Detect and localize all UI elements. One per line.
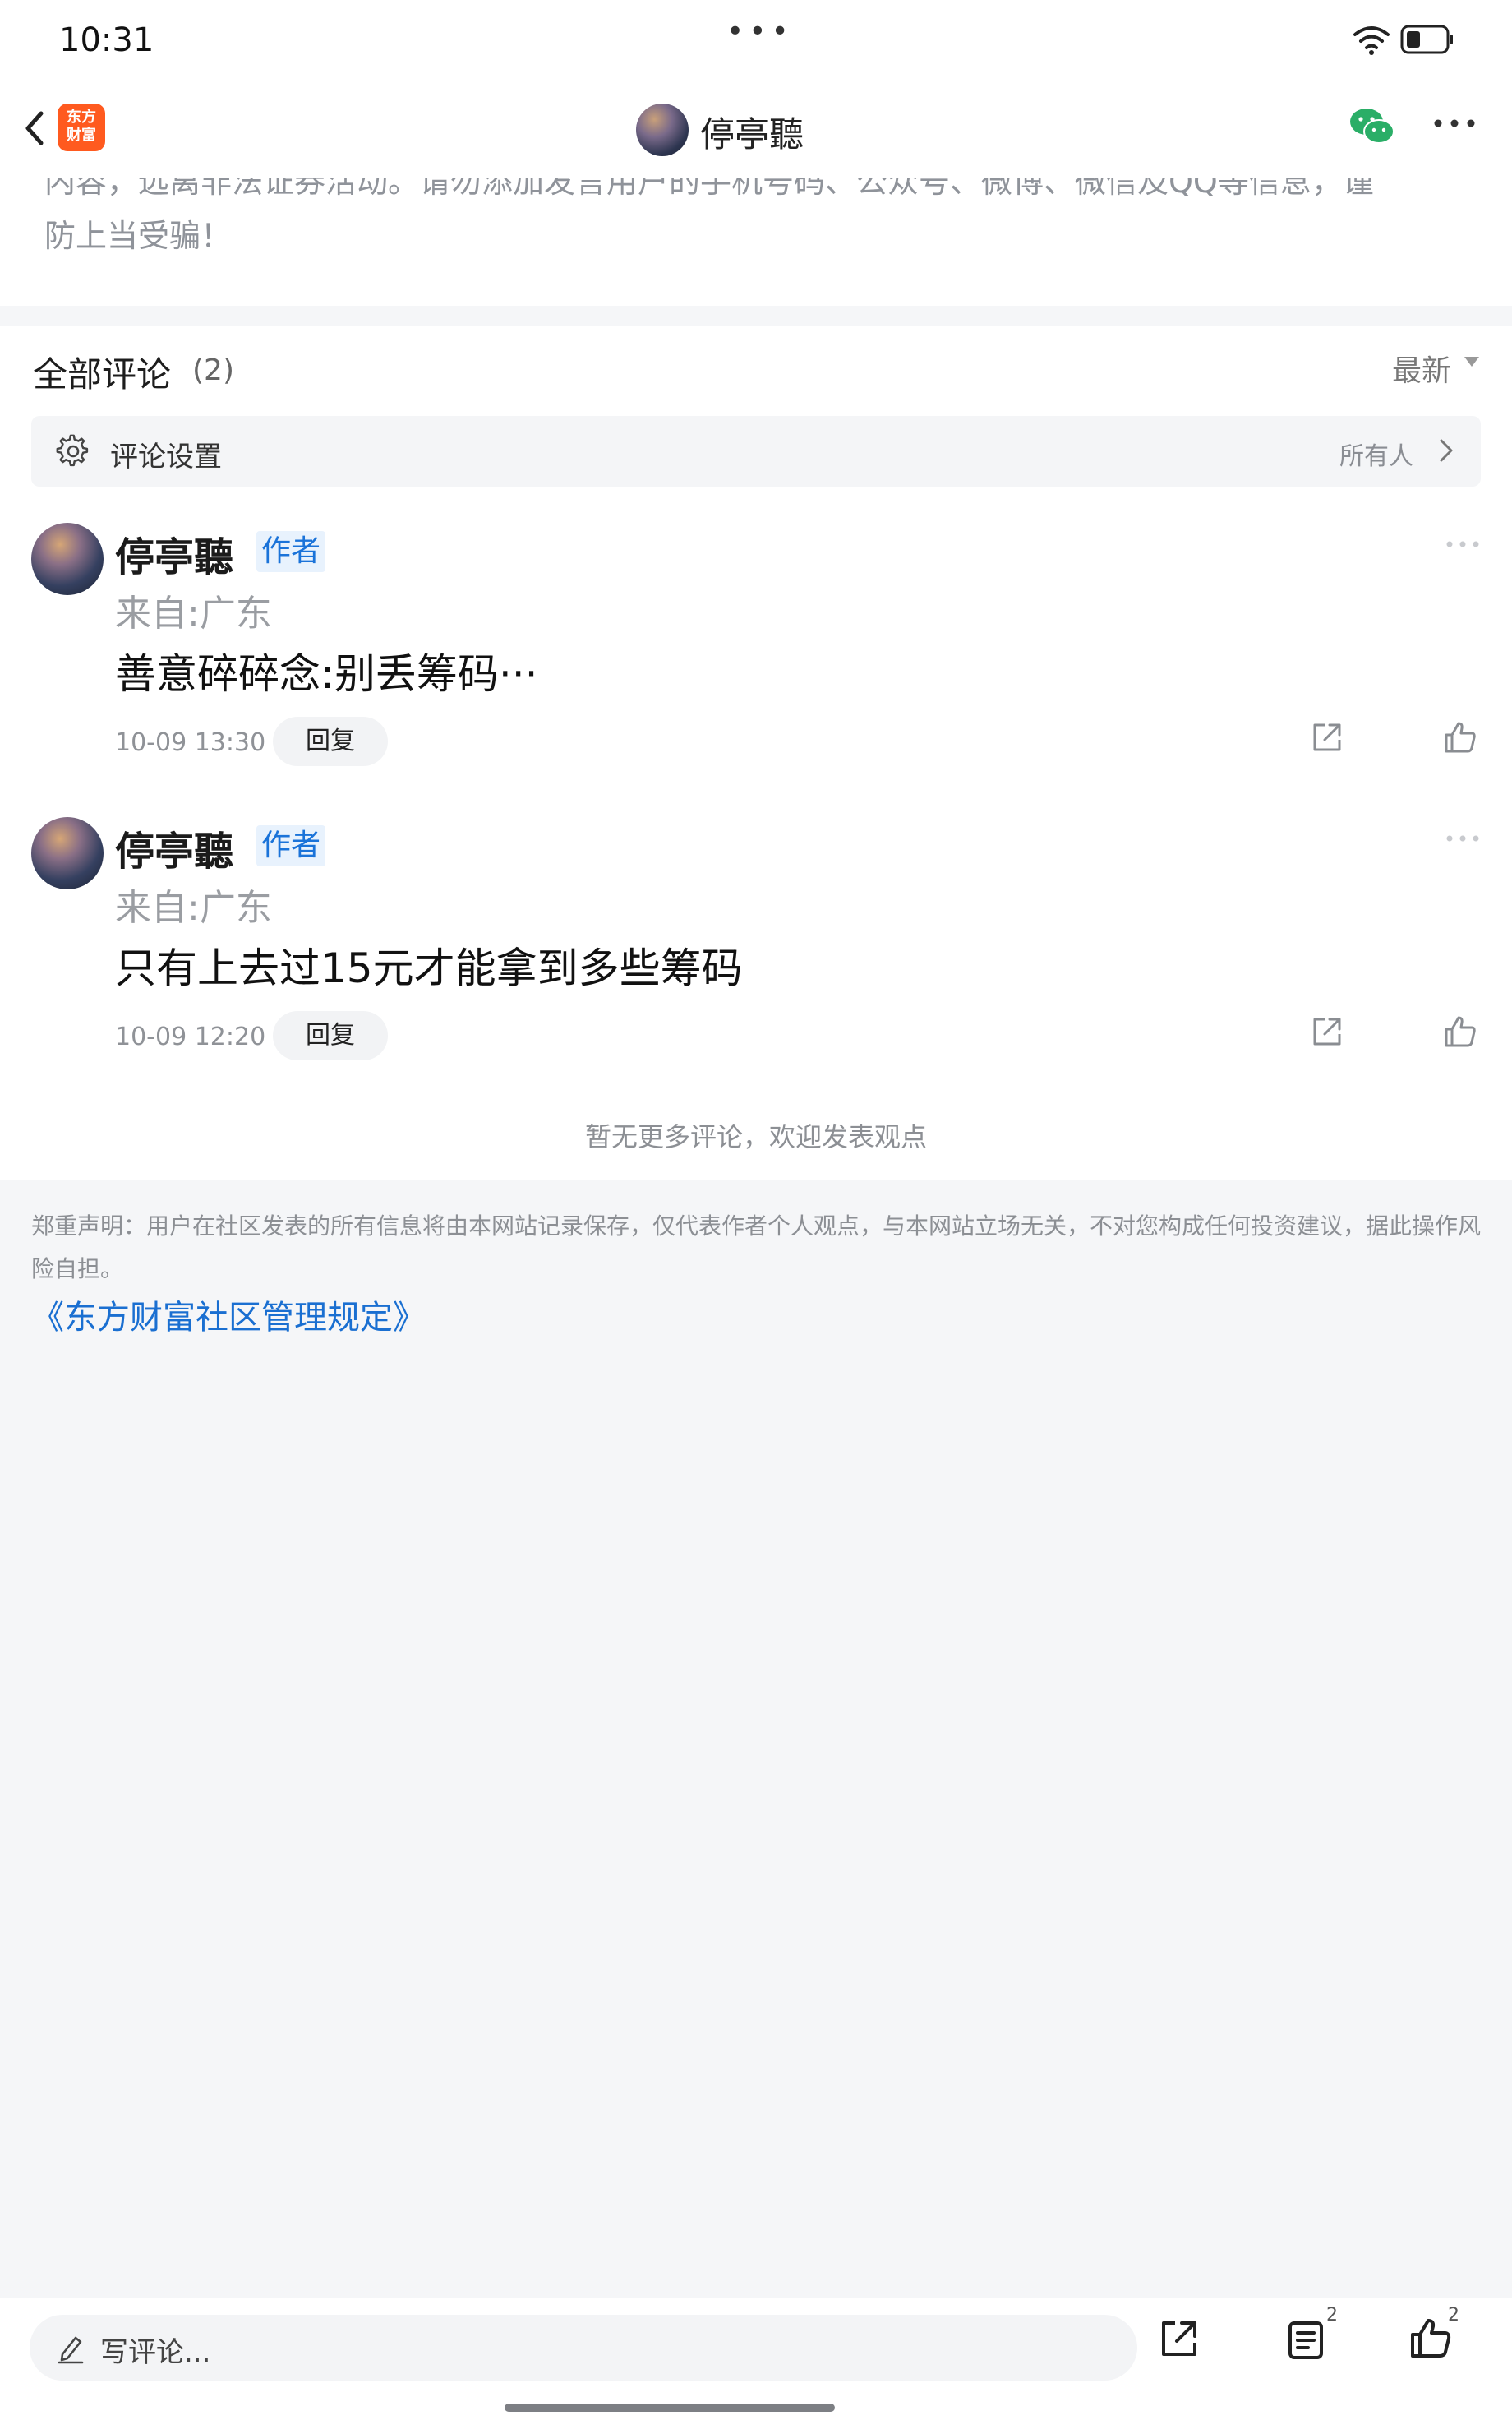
comment-settings-label: 评论设置 [110,441,222,473]
comment-more-icon[interactable] [1445,834,1481,843]
comments-section: 全部评论 (2) 最新 评论设置 所有人 停亭聽 作者 来自:广东 善意碎碎念:… [0,326,1512,1180]
app-logo[interactable]: 东方 财富 [58,104,105,151]
share-icon[interactable] [1310,1014,1344,1049]
comment-author-name[interactable]: 停亭聽 [115,819,233,876]
risk-notice-line-2: 防上当受骗！ [44,218,233,254]
avatar[interactable] [31,817,104,889]
like-count-badge: 2 [1448,2305,1459,2325]
gear-icon [56,434,89,467]
author-badge: 作者 [256,531,326,572]
reply-button[interactable]: 回复 [273,1011,388,1060]
risk-notice: 内容，远离非法证券活动。请勿添加发言用户的手机号码、公众号、微博、微信及QQ等信… [0,178,1512,306]
author-badge: 作者 [256,825,326,866]
logo-text-top: 东方 [67,109,96,126]
nav-bar: 东方 财富 停亭聽 [0,79,1512,178]
thumbs-up-icon[interactable] [1443,720,1477,755]
thumbs-up-icon[interactable] [1408,2316,1453,2361]
chevron-right-icon [1440,439,1453,462]
comments-title: 全部评论 [33,354,172,395]
comments-count-badge: 2 [1326,2305,1338,2325]
wechat-icon[interactable] [1348,105,1397,148]
community-rules-link[interactable]: 《东方财富社区管理规定》 [31,1291,426,1338]
risk-notice-text: 内容，远离非法证券活动。请勿添加发言用户的手机号码、公众号、微博、微信及QQ等信… [44,178,1474,263]
comment-time: 10-09 12:20 [115,1023,266,1051]
avatar[interactable] [31,523,104,595]
more-icon[interactable] [1431,115,1477,132]
bottom-bar: 写评论... 2 2 [0,2298,1512,2420]
share-icon[interactable] [1157,2316,1201,2361]
status-time: 10:31 [59,21,154,59]
risk-notice-line-1: 内容，远离非法证券活动。请勿添加发言用户的手机号码、公众号、微博、微信及QQ等信… [44,178,1374,200]
thumbs-up-icon[interactable] [1443,1014,1477,1049]
comment-text[interactable]: 善意碎碎念:别丢筹码··· [115,641,538,700]
home-indicator[interactable] [505,2404,835,2412]
comment-item: 停亭聽 作者 来自:广东 只有上去过15元才能拿到多些筹码 10-09 12:2… [0,817,1512,1097]
page-title[interactable]: 停亭聽 [700,107,804,157]
comment-settings-row[interactable]: 评论设置 所有人 [31,416,1481,487]
battery-icon [1400,25,1453,54]
author-avatar[interactable] [636,104,689,156]
back-icon[interactable] [16,104,54,153]
comment-location: 来自:广东 [115,887,272,929]
comment-item: 停亭聽 作者 来自:广东 善意碎碎念:别丢筹码··· 10-09 13:30 回… [0,523,1512,802]
disclaimer-text: 郑重声明：用户在社区发表的所有信息将由本网站记录保存，仅代表作者个人观点，与本网… [31,1212,1482,1282]
comment-more-icon[interactable] [1445,539,1481,549]
pencil-icon [58,2336,84,2364]
comment-audience-value: 所有人 [1339,442,1413,471]
reply-button[interactable]: 回复 [273,717,388,766]
comments-list-icon[interactable] [1287,2320,1325,2361]
comments-count: (2) [192,353,234,387]
no-more-comments: 暂无更多评论，欢迎发表观点 [584,1121,927,1152]
sort-dropdown[interactable]: 最新 [1392,347,1451,390]
comment-input[interactable]: 写评论... [30,2315,1137,2381]
comment-location: 来自:广东 [115,593,272,635]
comment-text[interactable]: 只有上去过15元才能拿到多些筹码 [115,935,743,995]
comment-author-name[interactable]: 停亭聽 [115,524,233,582]
comment-placeholder: 写评论... [100,2336,211,2369]
comment-time: 10-09 13:30 [115,728,266,757]
share-icon[interactable] [1310,720,1344,755]
status-bar: 10:31 ••• [0,0,1512,79]
logo-text-bottom: 财富 [67,127,96,144]
caret-down-icon[interactable] [1464,357,1479,367]
wifi-icon [1353,26,1390,55]
status-dots: ••• [726,15,794,48]
